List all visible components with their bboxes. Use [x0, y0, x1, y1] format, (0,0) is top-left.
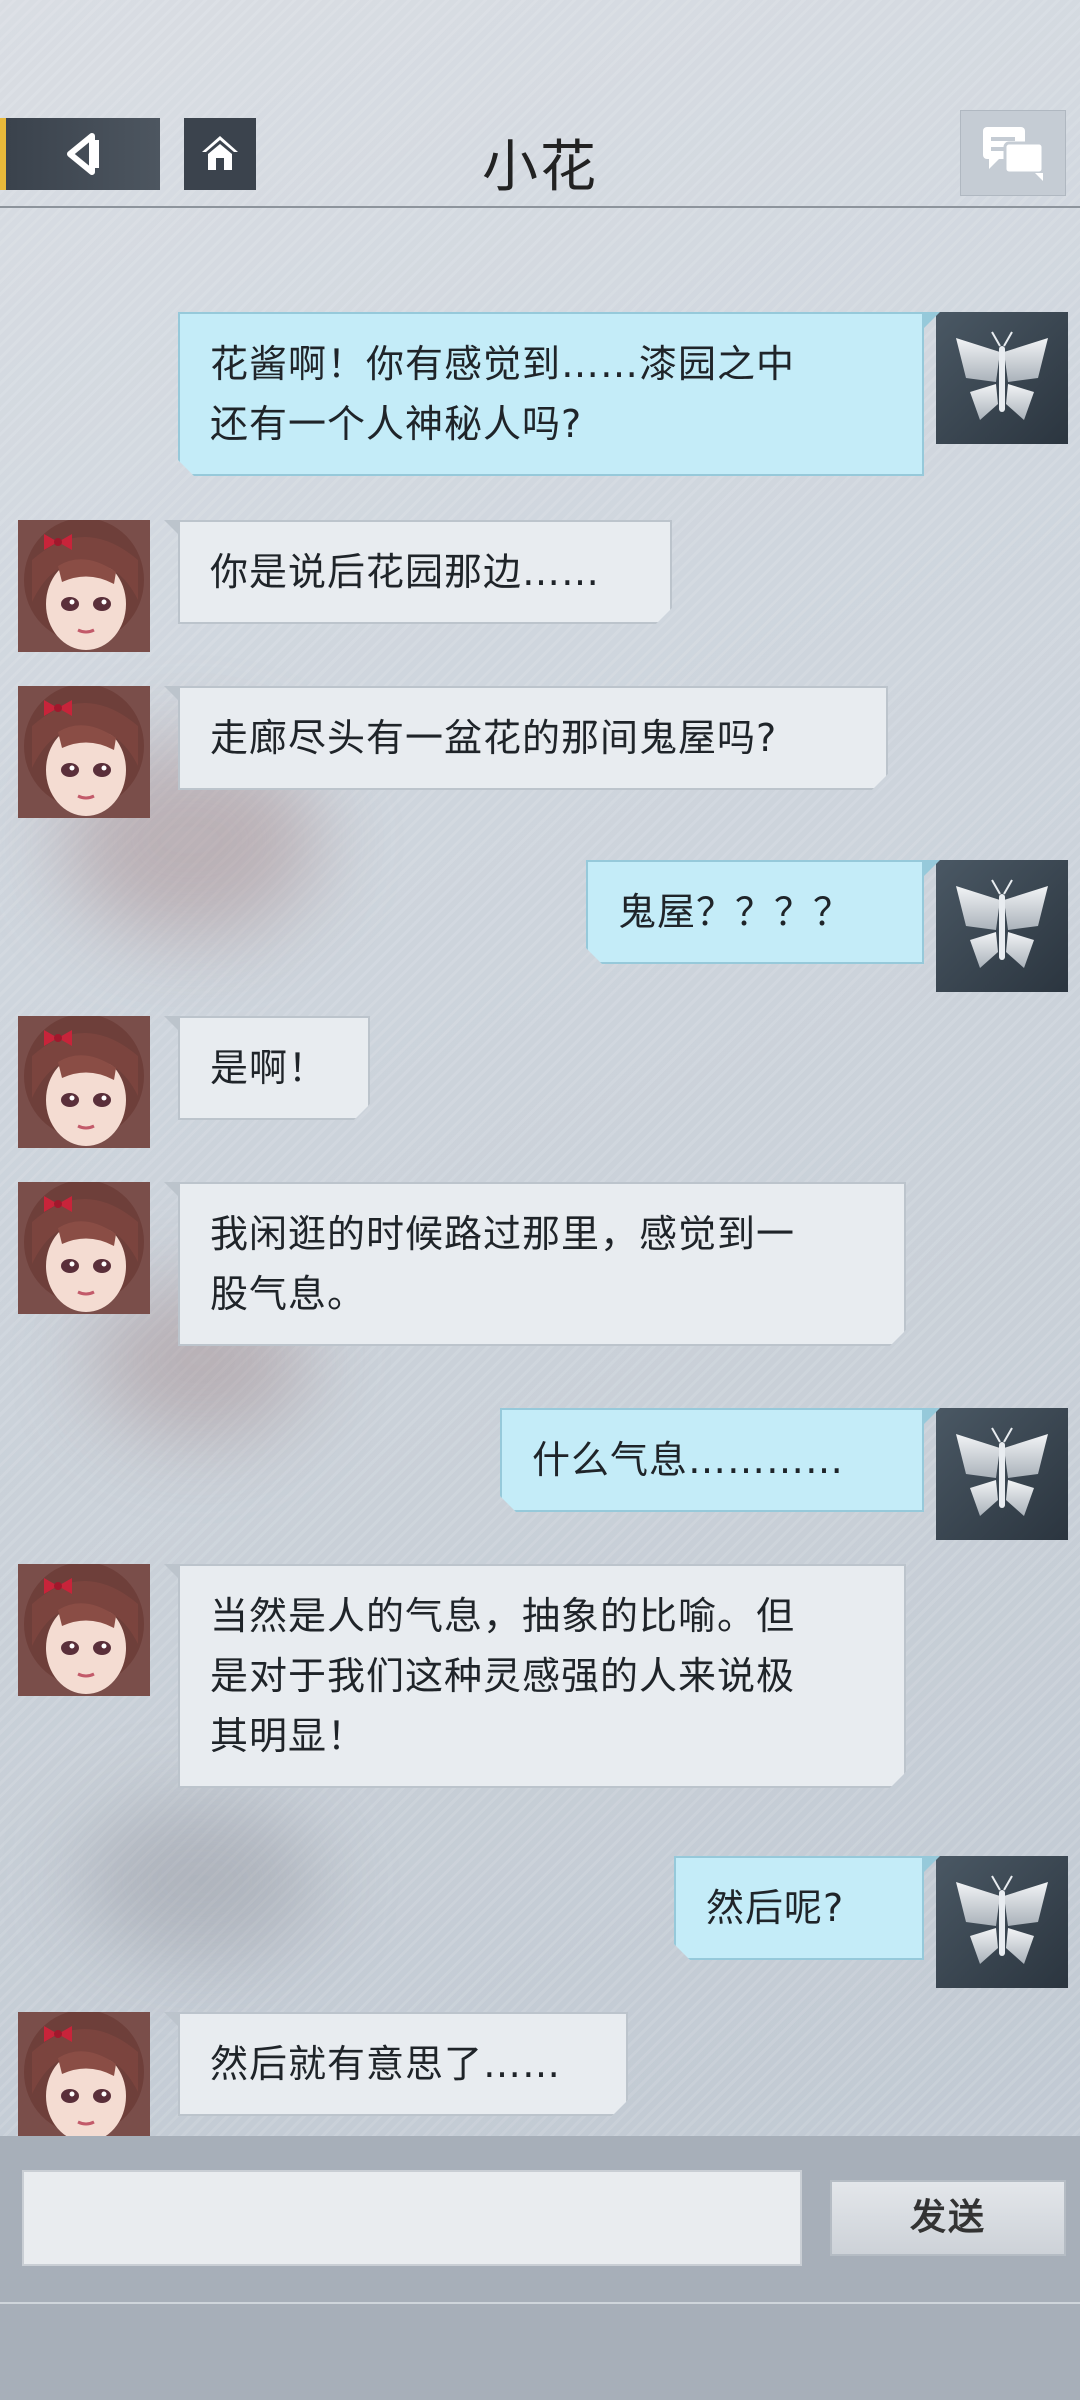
message-text-line: 你是说后花园那边…… [210, 550, 601, 594]
contact-message-bubble: 当然是人的气息，抽象的比喻。但 是对于我们这种灵感强的人来说极 其明显！ [178, 1564, 906, 1788]
background-blur [80, 1800, 320, 1960]
bubble-tail [164, 686, 180, 702]
page-title: 小花 [482, 135, 598, 200]
message-text-line: 当然是人的气息，抽象的比喻。但 [210, 1594, 796, 1638]
butterfly-avatar-image [936, 312, 1068, 444]
bubble-tail [924, 1856, 940, 1872]
contact-message-bubble: 你是说后花园那边…… [178, 520, 672, 624]
contact-avatar[interactable] [18, 1182, 150, 1314]
contact-message-bubble: 然后就有意思了…… [178, 2012, 628, 2116]
my-avatar[interactable] [936, 312, 1068, 444]
girl-avatar-image [18, 520, 150, 652]
girl-avatar-image [18, 1182, 150, 1314]
butterfly-avatar-image [936, 1408, 1068, 1540]
my-message-bubble: 什么气息………… [500, 1408, 924, 1512]
message-text-line: 是啊！ [210, 1046, 328, 1090]
bubble-tail [164, 2012, 180, 2028]
message-text-line: 还有一个人神秘人吗? [210, 402, 583, 446]
bubble-tail [164, 1016, 180, 1032]
contact-avatar[interactable] [18, 1564, 150, 1696]
bubble-tail [924, 860, 940, 876]
my-avatar[interactable] [936, 860, 1068, 992]
girl-avatar-image [18, 1564, 150, 1696]
message-text-line: 我闲逛的时候路过那里，感觉到一 [210, 1212, 796, 1256]
message-text-line: 是对于我们这种灵感强的人来说极 [210, 1654, 796, 1698]
send-button[interactable]: 发送 [830, 2180, 1066, 2256]
contact-avatar[interactable] [18, 686, 150, 818]
my-avatar[interactable] [936, 1856, 1068, 1988]
message-input[interactable] [22, 2170, 802, 2266]
message-text-line: 股气息。 [210, 1272, 367, 1316]
message-text-line: 然后呢? [706, 1886, 845, 1930]
bubble-tail [924, 312, 940, 328]
girl-avatar-image [18, 686, 150, 818]
chat-bubbles-icon [983, 127, 1045, 181]
contact-message-bubble: 我闲逛的时候路过那里，感觉到一 股气息。 [178, 1182, 906, 1346]
message-text-line: 什么气息………… [532, 1438, 845, 1482]
input-bar-divider [0, 2302, 1080, 2304]
girl-avatar-image [18, 1016, 150, 1148]
contact-message-bubble: 走廊尽头有一盆花的那间鬼屋吗? [178, 686, 888, 790]
message-text-line: 鬼屋？？？？ [618, 890, 853, 934]
bubble-tail [164, 1564, 180, 1580]
butterfly-avatar-image [936, 1856, 1068, 1988]
contact-avatar[interactable] [18, 1016, 150, 1148]
message-text-line: 走廊尽头有一盆花的那间鬼屋吗? [210, 716, 778, 760]
my-message-bubble: 鬼屋？？？？ [586, 860, 924, 964]
my-avatar[interactable] [936, 1408, 1068, 1540]
girl-avatar-image [18, 2012, 150, 2144]
my-message-bubble: 花酱啊！你有感觉到……漆园之中 还有一个人神秘人吗? [178, 312, 924, 476]
header-divider [0, 206, 1080, 208]
contact-avatar[interactable] [18, 520, 150, 652]
butterfly-avatar-image [936, 860, 1068, 992]
contact-message-bubble: 是啊！ [178, 1016, 370, 1120]
bubble-tail [164, 520, 180, 536]
chat-list-button[interactable] [960, 110, 1066, 196]
bubble-tail [924, 1408, 940, 1424]
message-text-line: 其明显！ [210, 1714, 367, 1758]
bubble-tail [164, 1182, 180, 1198]
contact-avatar[interactable] [18, 2012, 150, 2144]
message-text-line: 然后就有意思了…… [210, 2042, 562, 2086]
message-text-line: 花酱啊！你有感觉到……漆园之中 [210, 342, 796, 386]
header: 小花 [0, 0, 1080, 208]
my-message-bubble: 然后呢? [674, 1856, 924, 1960]
